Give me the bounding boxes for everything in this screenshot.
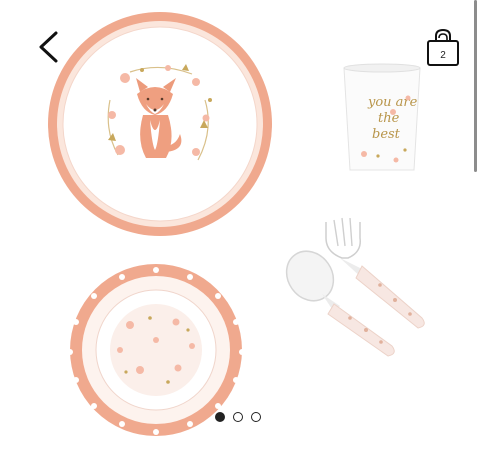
cup-illustration: you are the best — [343, 63, 421, 171]
bag-count-badge: 2 — [440, 50, 446, 61]
plate-illustration — [48, 12, 272, 236]
pager-dot[interactable] — [233, 412, 243, 422]
back-button[interactable] — [28, 26, 68, 68]
cup-text-line: the — [378, 111, 400, 126]
pager-dot[interactable] — [251, 412, 261, 422]
image-pager — [215, 410, 261, 424]
scrollbar[interactable] — [474, 0, 477, 172]
cup-text-line: best — [372, 127, 401, 142]
bag-button[interactable]: 2 — [420, 28, 466, 72]
product-image-viewer[interactable]: you are the best 2 — [0, 0, 480, 461]
product-image: you are the best — [48, 12, 425, 436]
spoon-illustration — [285, 250, 395, 357]
pager-dot[interactable] — [215, 412, 225, 422]
chevron-left-icon — [39, 31, 58, 63]
